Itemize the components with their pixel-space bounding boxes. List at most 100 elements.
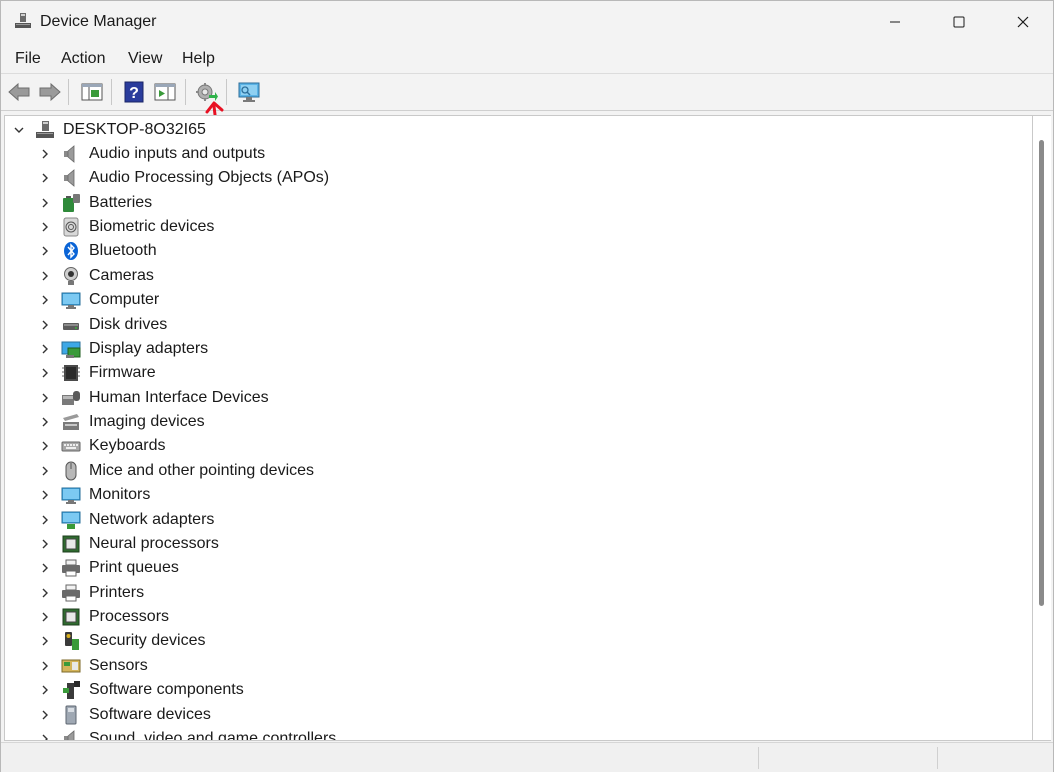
chevron-right-icon[interactable] [39,221,51,233]
chevron-right-icon[interactable] [39,684,51,696]
tree-item-sound-video-and-game-controllers[interactable]: Sound, video and game controllers [5,727,1005,741]
tree-item-audio-processing-objects-apos[interactable]: Audio Processing Objects (APOs) [5,166,1005,190]
chevron-right-icon[interactable] [39,660,51,672]
tree-item-neural-processors[interactable]: Neural processors [5,532,1005,556]
chevron-right-icon[interactable] [39,319,51,331]
tree-item-human-interface-devices[interactable]: Human Interface Devices [5,386,1005,410]
close-button[interactable] [991,1,1054,43]
display-adapter-icon [61,341,81,358]
tree-item-audio-inputs-and-outputs[interactable]: Audio inputs and outputs [5,142,1005,166]
chevron-right-icon[interactable] [39,514,51,526]
device-manager-icon [15,13,31,28]
chevron-right-icon[interactable] [39,562,51,574]
printer-icon [62,559,80,577]
tree-item-firmware[interactable]: Firmware [5,361,1005,385]
tree-item-mice-and-other-pointing-devices[interactable]: Mice and other pointing devices [5,459,1005,483]
tree-item-keyboards[interactable]: Keyboards [5,434,1005,458]
chevron-right-icon[interactable] [39,440,51,452]
speaker-icon [64,145,75,163]
chevron-right-icon[interactable] [39,416,51,428]
scan-hardware-changes-button[interactable] [237,80,261,104]
tree-item-label: Printers [89,583,145,601]
tree-item-processors[interactable]: Processors [5,605,1005,629]
tree-item-security-devices[interactable]: Security devices [5,629,1005,653]
tree-item-print-queues[interactable]: Print queues [5,556,1005,580]
tree-item-monitors[interactable]: Monitors [5,483,1005,507]
security-key-icon [65,632,79,651]
tree-item-computer[interactable]: Computer [5,288,1005,312]
chevron-right-icon[interactable] [39,709,51,721]
tree-item-biometric-devices[interactable]: Biometric devices [5,215,1005,239]
scrollbar-thumb[interactable] [1039,140,1044,606]
tree-item-label: Audio inputs and outputs [89,145,266,162]
close-icon [1017,16,1029,28]
tree-item-label: Display adapters [89,339,209,357]
chevron-right-icon[interactable] [39,172,51,184]
minimize-button[interactable] [863,1,927,43]
chevron-right-icon[interactable] [39,587,51,599]
chevron-right-icon[interactable] [39,270,51,282]
chevron-right-icon[interactable] [39,489,51,501]
chevron-right-icon[interactable] [39,197,51,209]
tree-item-cameras[interactable]: Cameras [5,264,1005,288]
forward-button[interactable] [38,80,62,104]
tree-item-sensors[interactable]: Sensors [5,654,1005,678]
chevron-right-icon[interactable] [39,367,51,379]
chevron-right-icon[interactable] [39,392,51,404]
tree-item-imaging-devices[interactable]: Imaging devices [5,410,1005,434]
menu-file[interactable]: File [15,50,41,68]
toolbar-separator [68,79,69,105]
tree-item-label: Imaging devices [89,413,205,431]
fingerprint-icon [63,217,79,237]
tree-item-batteries[interactable]: Batteries [5,191,1005,215]
tree-item-label: Firmware [89,364,156,382]
title-bar[interactable]: Device Manager [1,1,1053,43]
menu-bar: File Action View Help [1,43,1053,73]
menu-view[interactable]: View [128,50,162,68]
maximize-icon [953,16,965,28]
chevron-right-icon[interactable] [39,635,51,647]
window-title: Device Manager [40,13,157,30]
chevron-right-icon[interactable] [39,538,51,550]
help-button[interactable]: ? [122,80,146,104]
chevron-right-icon[interactable] [39,245,51,257]
tree-item-label: Print queues [89,559,179,577]
chevron-right-icon[interactable] [39,343,51,355]
tree-item-network-adapters[interactable]: Network adapters [5,508,1005,532]
tree-item-label: Keyboards [89,437,166,455]
svg-text:?: ? [129,85,139,102]
tree-item-software-components[interactable]: Software components [5,678,1005,702]
mouse-icon [65,461,77,481]
tree-item-label: Computer [89,291,160,309]
device-tree[interactable]: DESKTOP-8O32I65 Audio inputs and outputs… [4,115,1033,741]
menu-help[interactable]: Help [182,50,215,68]
status-divider [937,747,938,769]
tree-item-printers[interactable]: Printers [5,581,1005,605]
maximize-button[interactable] [927,1,991,43]
chevron-right-icon[interactable] [39,148,51,160]
vertical-scrollbar[interactable] [1033,115,1051,741]
chevron-right-icon[interactable] [39,611,51,623]
menu-action[interactable]: Action [61,50,105,68]
battery-icon [63,193,80,212]
tree-item-bluetooth[interactable]: Bluetooth [5,239,1005,263]
speaker-icon [64,169,75,188]
status-divider [758,747,759,769]
show-action-pane-button[interactable] [153,80,177,104]
tree-item-label: Biometric devices [89,218,215,236]
minimize-icon [890,21,900,23]
tree-item-display-adapters[interactable]: Display adapters [5,337,1005,361]
show-hide-console-tree-button[interactable] [80,80,104,104]
chevron-right-icon[interactable] [39,294,51,306]
keyboard-icon [61,441,81,452]
chevron-right-icon[interactable] [39,733,51,741]
tree-item-disk-drives[interactable]: Disk drives [5,313,1005,337]
tree-item-software-devices[interactable]: Software devices [5,703,1005,727]
chevron-right-icon[interactable] [39,465,51,477]
action-pane-icon [154,83,176,101]
chevron-down-icon[interactable] [13,124,25,136]
back-button[interactable] [7,80,31,104]
tree-root-row[interactable]: DESKTOP-8O32I65 [5,118,1005,142]
tree-item-label: Neural processors [89,534,219,552]
tree-item-label: Network adapters [89,510,215,528]
